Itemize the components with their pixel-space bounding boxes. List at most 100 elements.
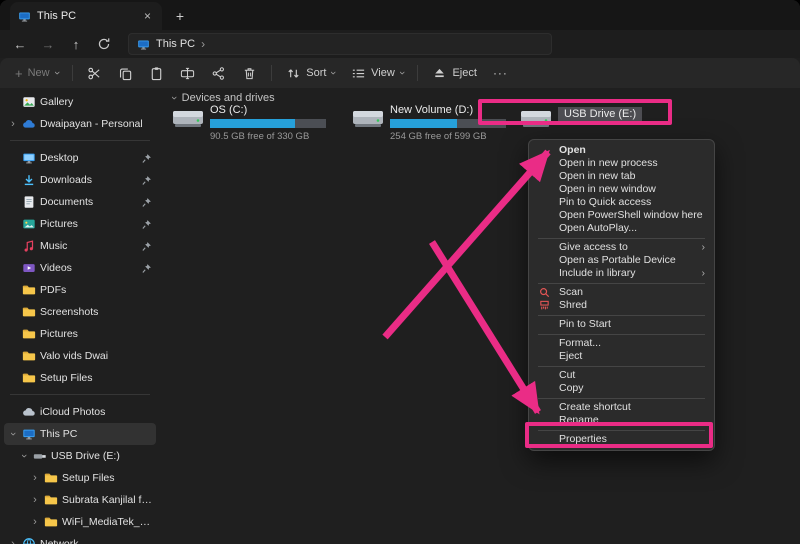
context-menu-item-format[interactable]: Format... <box>529 337 714 350</box>
tab-this-pc[interactable]: This PC × <box>10 2 162 30</box>
breadcrumb[interactable]: This PC <box>156 38 195 50</box>
paste-button[interactable] <box>142 62 171 85</box>
sidebar-item-label: Subrata Kanjilal files <box>62 494 152 506</box>
tab-close-icon[interactable]: × <box>141 9 154 23</box>
context-menu-item-label: Eject <box>559 350 582 362</box>
new-tab-button[interactable]: + <box>168 4 192 28</box>
up-icon[interactable]: ↑ <box>62 33 90 55</box>
sidebar-item-desktop[interactable]: Desktop <box>4 147 156 169</box>
context-menu-item-open-as-portable-device[interactable]: Open as Portable Device <box>529 254 714 267</box>
rename-button[interactable] <box>173 62 202 85</box>
sidebar-item-downloads[interactable]: Downloads <box>4 169 156 191</box>
sidebar-item-label: Screenshots <box>40 306 152 318</box>
context-menu-item-open-in-new-tab[interactable]: Open in new tab <box>529 170 714 183</box>
globe-icon <box>22 537 36 544</box>
chevron-right-icon[interactable]: › <box>30 516 40 528</box>
music-icon <box>22 239 36 253</box>
folder-icon <box>22 305 36 319</box>
context-menu-item-give-access-to[interactable]: Give access to› <box>529 241 714 254</box>
doc-icon <box>22 195 36 209</box>
sidebar-item-icloud-photos[interactable]: iCloud Photos <box>4 401 156 423</box>
sidebar-item-pictures[interactable]: Pictures <box>4 213 156 235</box>
address-bar[interactable]: This PC › <box>128 33 552 55</box>
context-menu-item-create-shortcut[interactable]: Create shortcut <box>529 401 714 414</box>
sidebar-item-label: Music <box>40 240 137 252</box>
sidebar-item-setup-files[interactable]: Setup Files <box>4 367 156 389</box>
context-menu-item-open-in-new-window[interactable]: Open in new window <box>529 183 714 196</box>
sidebar-item-setup-files[interactable]: ›Setup Files <box>4 467 156 489</box>
eject-button-label: Eject <box>452 67 476 79</box>
sidebar-item-videos[interactable]: Videos <box>4 257 156 279</box>
pin-icon <box>141 175 152 186</box>
chevron-right-icon[interactable]: › <box>30 494 40 506</box>
context-menu-item-pin-to-start[interactable]: Pin to Start <box>529 318 714 331</box>
section-title: Devices and drives <box>182 92 275 104</box>
context-menu-item-eject[interactable]: Eject <box>529 350 714 363</box>
delete-button[interactable] <box>235 62 264 85</box>
sidebar-item-music[interactable]: Music <box>4 235 156 257</box>
sidebar-separator <box>10 140 150 141</box>
new-button[interactable]: + New › <box>8 62 65 85</box>
pin-icon <box>141 153 152 164</box>
chevron-right-icon[interactable]: › <box>8 118 18 130</box>
cut-button[interactable] <box>80 62 109 85</box>
sidebar-item-pdfs[interactable]: PDFs <box>4 279 156 301</box>
forward-icon[interactable]: → <box>34 33 62 55</box>
context-menu-item-open-powershell-window-here[interactable]: Open PowerShell window here <box>529 209 714 222</box>
context-menu-item-pin-to-quick-access[interactable]: Pin to Quick access <box>529 196 714 209</box>
drive-tile-os-c[interactable]: OS (C:)90.5 GB free of 330 GB <box>172 104 348 142</box>
rename-icon <box>180 66 195 81</box>
sidebar-item-valo-vids-dwai[interactable]: Valo vids Dwai <box>4 345 156 367</box>
sidebar-item-documents[interactable]: Documents <box>4 191 156 213</box>
refresh-icon[interactable] <box>90 33 118 55</box>
sidebar-item-wifi-mediatek-v3-3-0-350[interactable]: › WiFi_MediaTek_v3.3.0.350 <box>4 511 156 533</box>
drive-free-space: 254 GB free of 599 GB <box>390 131 506 142</box>
view-button[interactable]: View › <box>344 62 410 85</box>
sidebar-item-screenshots[interactable]: Screenshots <box>4 301 156 323</box>
sidebar-item-label: Pictures <box>40 328 152 340</box>
context-menu-item-copy[interactable]: Copy <box>529 382 714 395</box>
sidebar-item-label: WiFi_MediaTek_v3.3.0.350 <box>62 516 152 528</box>
hard-drive-icon <box>172 104 204 142</box>
sidebar-item-this-pc[interactable]: › This PC <box>4 423 156 445</box>
context-menu-item-include-in-library[interactable]: Include in library› <box>529 267 714 280</box>
sidebar-item-subrata-kanjilal-files[interactable]: › Subrata Kanjilal files <box>4 489 156 511</box>
more-options-button[interactable]: ··· <box>486 62 515 84</box>
eject-button[interactable]: Eject <box>425 62 483 85</box>
context-menu-item-label: Give access to <box>559 241 628 253</box>
sidebar-item-dwaipayan-personal[interactable]: ›Dwaipayan - Personal <box>4 113 156 135</box>
context-menu-item-open-in-new-process[interactable]: Open in new process <box>529 157 714 170</box>
sidebar-item-network[interactable]: ›Network <box>4 533 156 544</box>
video-icon <box>22 261 36 275</box>
sidebar-item-pictures[interactable]: Pictures <box>4 323 156 345</box>
back-icon[interactable]: ← <box>6 33 34 55</box>
pin-icon <box>141 219 152 230</box>
folder-icon <box>44 471 58 485</box>
paste-icon <box>149 66 164 81</box>
sidebar-item-label: Gallery <box>40 96 152 108</box>
context-menu-item-cut[interactable]: Cut <box>529 369 714 382</box>
context-menu-item-open[interactable]: Open <box>529 144 714 157</box>
sort-button[interactable]: Sort › <box>279 62 342 85</box>
copy-button[interactable] <box>111 62 140 85</box>
sidebar-item-gallery[interactable]: Gallery <box>4 91 156 113</box>
chevron-right-icon[interactable]: › <box>30 472 40 484</box>
folder-icon <box>22 283 36 297</box>
chevron-down-icon: › <box>327 71 339 75</box>
context-menu-item-scan[interactable]: Scan <box>529 286 714 299</box>
context-menu-separator <box>538 315 705 316</box>
devices-and-drives-section-header[interactable]: › Devices and drives <box>172 92 275 104</box>
breadcrumb-chevron-icon[interactable]: › <box>201 37 205 51</box>
pin-icon <box>141 263 152 274</box>
sidebar-item-usb-drive-e[interactable]: ›USB Drive (E:) <box>4 445 156 467</box>
context-menu-item-label: Open in new process <box>559 157 658 169</box>
new-button-label: New <box>28 67 50 79</box>
chevron-right-icon[interactable]: › <box>8 538 18 544</box>
context-menu-item-shred[interactable]: Shred <box>529 299 714 312</box>
share-button[interactable] <box>204 62 233 85</box>
chevron-down-icon[interactable]: › <box>7 429 19 439</box>
chevron-down-icon[interactable]: › <box>18 451 30 461</box>
context-menu-item-open-autoplay[interactable]: Open AutoPlay... <box>529 222 714 235</box>
folder-icon <box>22 371 36 385</box>
sidebar-item-label: This PC <box>40 428 152 440</box>
